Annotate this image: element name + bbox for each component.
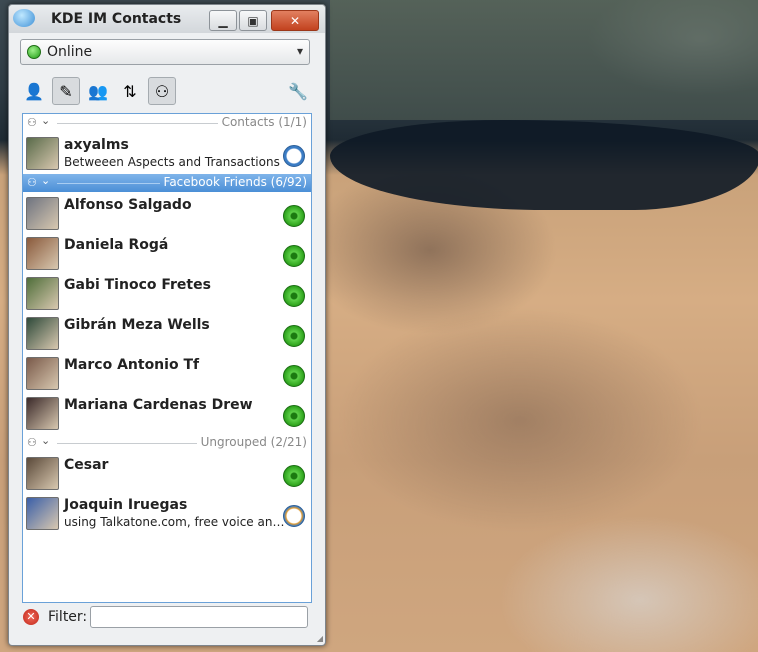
settings-icon: 🔧 [288,81,308,101]
edit-icon: ✎ [59,81,73,101]
online-status-icon [27,45,41,59]
contact-name: Marco Antonio Tf [64,357,200,373]
edit-contact-button[interactable]: ✎ [52,77,80,105]
filter-input[interactable] [90,606,308,628]
avatar [26,197,59,230]
chevron-down-icon[interactable]: ⌄ [41,114,50,127]
maximize-button[interactable]: ▣ [239,10,267,31]
contact-name: Gibrán Meza Wells [64,317,210,333]
online-status-icon [283,205,305,227]
add-contact-icon: 👤 [24,81,44,101]
add-contact-button[interactable]: 👤 [20,77,48,105]
filter-bar: ✕ Filter: [20,605,316,631]
avatar [26,277,59,310]
online-status-icon [283,285,305,307]
contact-row[interactable]: Cesar [23,454,311,494]
contact-name: Alfonso Salgado [64,197,192,213]
chat-bubble-icon[interactable] [13,9,35,27]
avatar [26,137,59,170]
group-icon: ⚇ [27,436,37,449]
minimize-button[interactable]: ▁ [209,10,237,31]
titlebar[interactable]: KDE IM Contacts ▁ ▣ ✕ [9,5,325,33]
presence-value: Online [47,44,93,60]
contact-list[interactable]: ⚇ ⌄ Contacts (1/1) axyalms Betweeen Aspects … [22,113,312,603]
contact-row[interactable]: Gabi Tinoco Fretes [23,274,311,314]
contact-row[interactable]: Daniela Rogá [23,234,311,274]
away-status-icon [283,145,305,167]
group-icon: ⚇ [27,176,37,189]
status-message: Betweeen Aspects and Transactions [64,155,280,169]
contact-name: Cesar [64,457,109,473]
group-view-button[interactable]: ⚇ [148,77,176,105]
status-message: using Talkatone.com, free voice and text… [64,515,286,529]
presence-select[interactable]: Online ▾ [20,39,310,65]
contact-row[interactable]: Mariana Cardenas Drew [23,394,311,434]
contact-row[interactable]: Gibrán Meza Wells [23,314,311,354]
group-view-icon: ⚇ [154,81,170,101]
group-divider [57,123,218,124]
minimize-icon: ▁ [218,13,228,28]
group-label: Ungrouped (2/21) [200,435,307,449]
contact-name: Daniela Rogá [64,237,169,253]
online-status-icon [283,465,305,487]
filter-label: Filter: [48,609,88,625]
contacts-window: KDE IM Contacts ▁ ▣ ✕ Online ▾ 👤 ✎ 👥 ⇅ ⚇… [8,4,326,646]
show-offline-button[interactable]: 👥 [84,77,112,105]
close-icon: ✕ [289,13,301,28]
chevron-down-icon[interactable]: ⌄ [41,434,50,447]
contact-row[interactable]: Joaquin Iruegas using Talkatone.com, free… [23,494,311,534]
contact-name: Joaquin Iruegas [64,497,188,513]
sort-button[interactable]: ⇅ [116,77,144,105]
resize-grip-icon[interactable]: ◢ [317,634,323,643]
chevron-down-icon[interactable]: ⌄ [41,174,50,187]
contact-name: Mariana Cardenas Drew [64,397,253,413]
contact-row[interactable]: Marco Antonio Tf [23,354,311,394]
group-icon: ⚇ [27,116,37,129]
contact-name: Gabi Tinoco Fretes [64,277,211,293]
group-header[interactable]: ⚇ ⌄ Ungrouped (2/21) [23,434,311,452]
toolbar: 👤 ✎ 👥 ⇅ ⚇ 🔧 [20,77,312,107]
online-status-icon [283,365,305,387]
settings-button[interactable]: 🔧 [284,77,312,105]
group-header[interactable]: ⚇ ⌄ Contacts (1/1) [23,114,311,132]
group-divider [57,183,160,184]
group-label: Contacts (1/1) [221,115,307,129]
group-label: Facebook Friends (6/92) [163,175,307,189]
chevron-down-icon: ▾ [296,44,303,58]
online-status-icon [283,325,305,347]
avatar [26,317,59,350]
window-title: KDE IM Contacts [51,11,182,27]
avatar [26,397,59,430]
desktop-wallpaper-north [330,0,758,120]
contact-name: axyalms [64,137,129,153]
clear-filter-icon[interactable]: ✕ [23,609,39,625]
contact-row[interactable]: Alfonso Salgado [23,194,311,234]
avatar [26,237,59,270]
desktop-wallpaper-sea [330,120,758,210]
group-divider [57,443,197,444]
close-button[interactable]: ✕ [271,10,319,31]
maximize-icon: ▣ [247,13,259,28]
online-status-icon [283,245,305,267]
avatar [26,357,59,390]
show-offline-icon: 👥 [88,81,108,101]
sort-icon: ⇅ [123,81,137,101]
contact-row[interactable]: axyalms Betweeen Aspects and Transactions [23,134,311,174]
online-status-icon [283,405,305,427]
group-header[interactable]: ⚇ ⌄ Facebook Friends (6/92) [23,174,311,192]
busy-status-icon [283,505,305,527]
avatar [26,457,59,490]
avatar [26,497,59,530]
